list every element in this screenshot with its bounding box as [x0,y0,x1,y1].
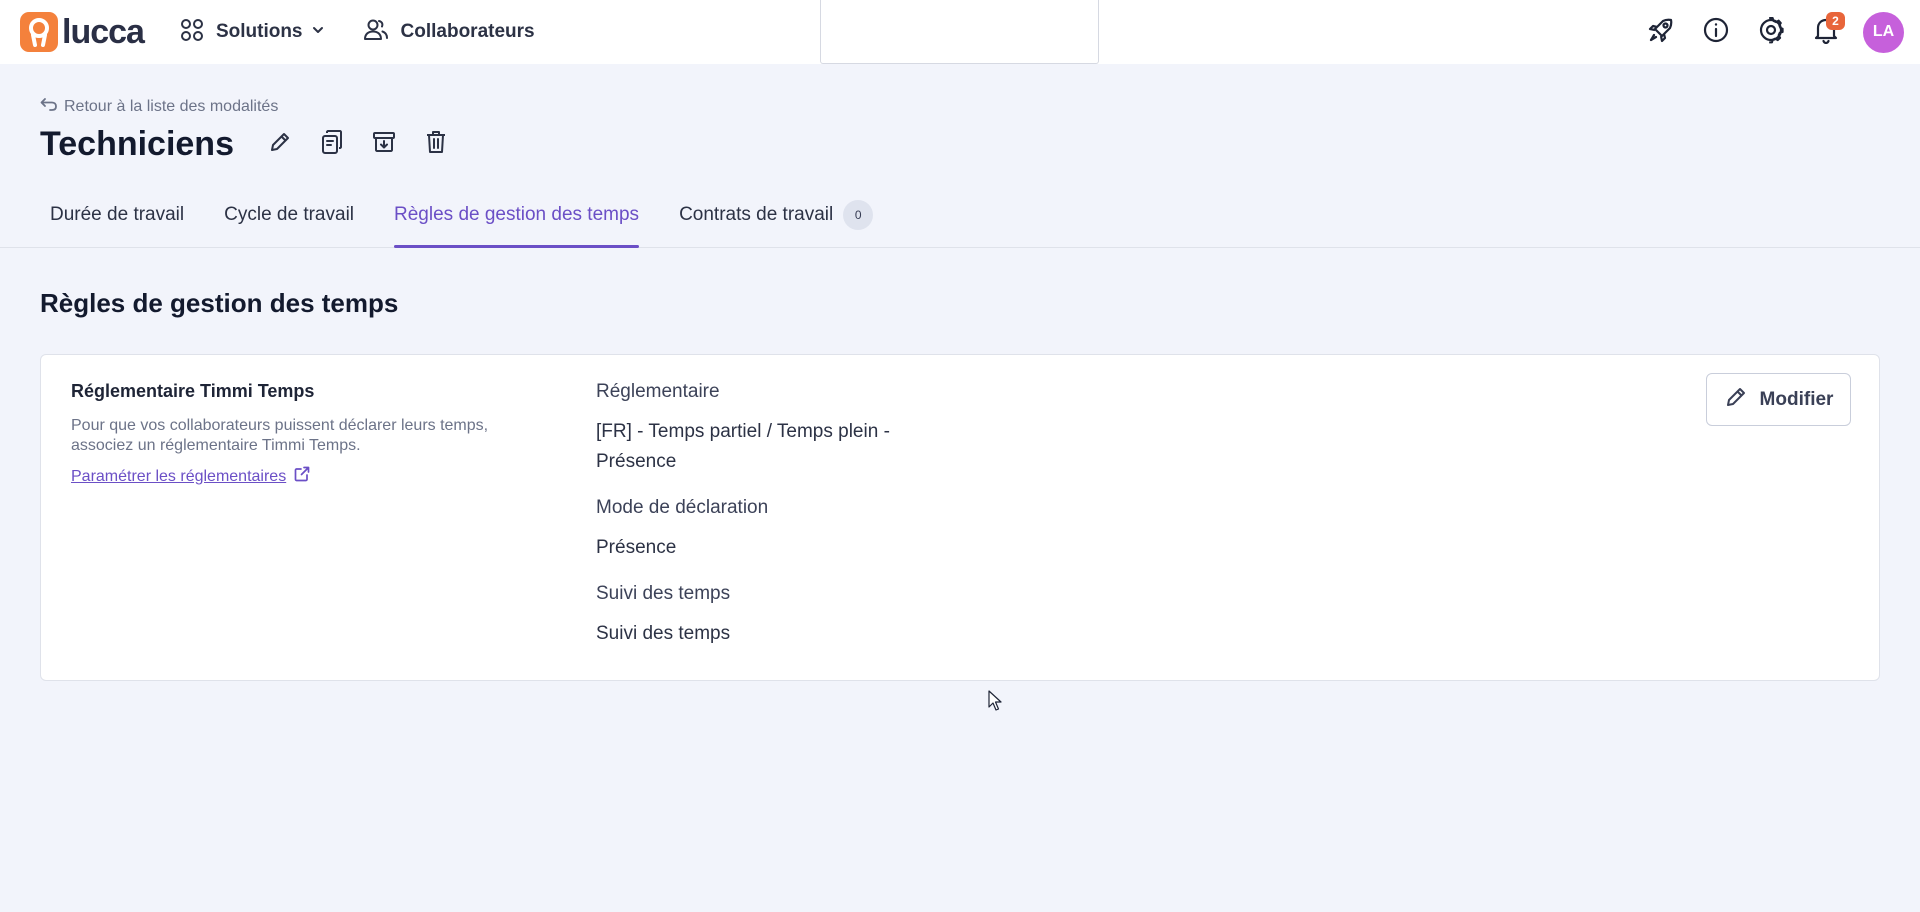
apps-grid-icon [180,18,204,47]
section-title: Règles de gestion des temps [40,288,399,318]
modify-button-label: Modifier [1759,388,1834,410]
gear-icon [1757,16,1785,49]
delete-button[interactable] [410,124,462,164]
tab-label: Règles de gestion des temps [394,204,640,225]
tab-duree-de-travail[interactable]: Durée de travail [40,182,194,248]
pencil-icon [268,130,292,159]
brand-logo[interactable]: lucca [20,12,145,52]
tab-regles-de-gestion-des-temps[interactable]: Règles de gestion des temps [384,182,649,248]
archive-button[interactable] [358,124,410,164]
title-actions [254,124,462,164]
brand-name: lucca [62,12,145,51]
field-reglementaire: Réglementaire [FR] - Temps partiel / Tem… [596,381,896,477]
top-right-actions: 2 LA [1633,0,1920,64]
field-value: Présence [596,537,677,558]
field-mode-de-declaration: Mode de déclaration Présence [596,497,896,563]
external-link-icon [286,466,310,487]
solutions-label: Solutions [215,21,303,42]
back-to-list-link[interactable]: Retour à la liste des modalités [40,96,278,117]
time-rules-card: Réglementaire Timmi Temps Pour que vos c… [40,354,1880,681]
pencil-icon [1724,385,1748,415]
top-center-panel [820,0,1099,64]
lucca-logo-icon [20,12,58,52]
card-description: Réglementaire Timmi Temps Pour que vos c… [71,381,531,487]
field-label: Réglementaire [596,381,720,402]
chevron-down-icon [311,23,325,42]
tab-label: Cycle de travail [224,204,355,225]
tab-cycle-de-travail[interactable]: Cycle de travail [214,182,364,248]
duplicate-button[interactable] [306,124,358,164]
configure-regulations-link[interactable]: Paramétrer les réglementaires [71,466,310,487]
users-icon [363,18,389,47]
modify-button[interactable]: Modifier [1706,373,1851,426]
back-arrow-icon [40,96,58,117]
back-link-label: Retour à la liste des modalités [64,97,279,115]
card-left-description: Pour que vos collaborateurs puissent déc… [71,417,489,454]
tab-contrats-de-travail[interactable]: Contrats de travail 0 [669,182,883,248]
notifications-button[interactable]: 2 [1798,0,1853,64]
page-header: Retour à la liste des modalités Technici… [0,64,1920,248]
card-left-title: Réglementaire Timmi Temps [71,381,315,401]
solutions-menu[interactable]: Solutions [180,18,325,47]
archive-icon [372,130,396,159]
info-icon [1702,16,1730,49]
field-suivi-des-temps: Suivi des temps Suivi des temps [596,583,896,649]
help-button[interactable] [1688,0,1743,64]
user-avatar[interactable]: LA [1863,11,1904,53]
mouse-cursor-icon [988,690,1002,717]
tab-label: Contrats de travail [679,204,834,225]
rocket-button[interactable] [1633,0,1688,64]
top-navigation-bar: lucca Solutions Collaborateurs 2 LA [0,0,1920,64]
settings-button[interactable] [1743,0,1798,64]
tab-label: Durée de travail [50,204,185,225]
trash-icon [424,129,448,160]
field-label: Suivi des temps [596,583,731,604]
edit-title-button[interactable] [254,124,306,164]
field-label: Mode de déclaration [596,497,769,518]
field-value: Suivi des temps [596,623,731,644]
notification-count-badge: 2 [1826,12,1845,30]
page-title: Techniciens [40,124,234,163]
configure-link-label: Paramétrer les réglementaires [71,467,287,485]
field-value: [FR] - Temps partiel / Temps plein - Pré… [596,421,890,472]
rocket-icon [1647,16,1675,49]
tab-bar: Durée de travail Cycle de travail Règles… [40,182,903,248]
collaborators-link[interactable]: Collaborateurs [363,18,535,47]
title-row: Techniciens [40,124,462,164]
collaborators-label: Collaborateurs [400,21,535,42]
card-fields: Réglementaire [FR] - Temps partiel / Tem… [596,381,896,649]
duplicate-icon [320,129,344,160]
contracts-count-badge: 0 [843,200,874,230]
